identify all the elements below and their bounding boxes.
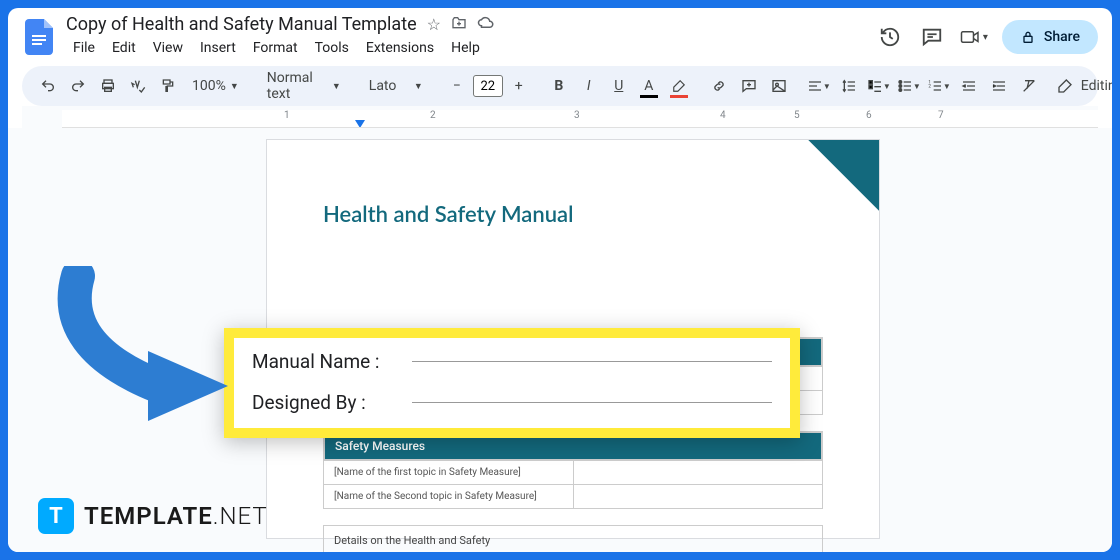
corner-graphic <box>779 140 879 240</box>
image-button[interactable] <box>765 72 793 100</box>
font-dropdown[interactable]: Lato▼ <box>361 72 431 100</box>
redo-button[interactable] <box>64 72 92 100</box>
field-line <box>412 361 772 362</box>
star-icon[interactable]: ☆ <box>427 15 441 34</box>
history-icon[interactable] <box>876 23 904 51</box>
horizontal-ruler[interactable]: 1 2 3 4 5 6 7 <box>62 110 1098 128</box>
italic-button[interactable]: I <box>575 72 603 100</box>
pencil-icon <box>1057 78 1073 94</box>
ruler-container: 1 2 3 4 5 6 7 <box>8 106 1112 128</box>
style-dropdown[interactable]: Normal text▼ <box>259 72 349 100</box>
comments-icon[interactable] <box>918 23 946 51</box>
docs-logo[interactable] <box>22 19 58 55</box>
table-cell[interactable]: [Name of the Second topic in Safety Meas… <box>324 485 574 508</box>
zoom-dropdown[interactable]: 100%▼ <box>184 72 247 100</box>
doc-heading[interactable]: Health and Safety Manual <box>323 200 823 227</box>
menu-bar: File Edit View Insert Format Tools Exten… <box>66 36 868 60</box>
highlight-button[interactable] <box>665 72 693 100</box>
share-label: Share <box>1044 29 1080 45</box>
numbered-list-button[interactable]: 12▼ <box>925 72 953 100</box>
line-spacing-button[interactable] <box>835 72 863 100</box>
comment-button[interactable] <box>735 72 763 100</box>
link-button[interactable] <box>705 72 733 100</box>
print-button[interactable] <box>94 72 122 100</box>
app-window: Copy of Health and Safety Manual Templat… <box>8 8 1112 552</box>
indent-marker[interactable] <box>355 120 365 128</box>
highlight-callout: Manual Name : Designed By : <box>224 328 800 438</box>
spellcheck-button[interactable] <box>124 72 152 100</box>
text-color-button[interactable]: A <box>635 72 663 100</box>
fontsize-input[interactable]: 22 <box>473 75 503 97</box>
cloud-status-icon[interactable] <box>477 15 495 34</box>
paint-format-button[interactable] <box>154 72 182 100</box>
underline-button[interactable]: U <box>605 72 633 100</box>
align-button[interactable]: ▼ <box>805 72 833 100</box>
table-cell[interactable]: [Name of the first topic in Safety Measu… <box>324 461 574 484</box>
share-button[interactable]: Share <box>1002 20 1098 54</box>
toolbar: 100%▼ Normal text▼ Lato▼ − 22 + B I U A … <box>22 66 1098 106</box>
watermark: T TEMPLATE.NET <box>38 498 268 534</box>
safety-table[interactable]: Safety Measures [Name of the first topic… <box>323 431 823 509</box>
indent-decrease-button[interactable] <box>955 72 983 100</box>
meet-icon[interactable]: ▾ <box>960 23 988 51</box>
field-label-manual: Manual Name : <box>252 350 402 373</box>
fontsize-decrease[interactable]: − <box>443 72 471 100</box>
undo-button[interactable] <box>34 72 62 100</box>
arrow-graphic <box>38 266 238 426</box>
menu-edit[interactable]: Edit <box>105 36 143 60</box>
lock-icon <box>1020 29 1036 45</box>
menu-tools[interactable]: Tools <box>308 36 356 60</box>
menu-help[interactable]: Help <box>444 36 487 60</box>
details-section[interactable]: Details on the Health and Safety <box>323 525 823 552</box>
field-label-designed: Designed By : <box>252 391 402 414</box>
svg-text:2: 2 <box>928 83 931 89</box>
bullet-list-button[interactable]: ▼ <box>895 72 923 100</box>
clear-format-button[interactable] <box>1015 72 1043 100</box>
bold-button[interactable]: B <box>545 72 573 100</box>
menu-format[interactable]: Format <box>246 36 305 60</box>
indent-increase-button[interactable] <box>985 72 1013 100</box>
move-icon[interactable] <box>451 15 467 34</box>
menu-file[interactable]: File <box>66 36 102 60</box>
fontsize-increase[interactable]: + <box>505 72 533 100</box>
menu-extensions[interactable]: Extensions <box>359 36 441 60</box>
watermark-logo: T <box>38 498 74 534</box>
field-line <box>412 402 772 403</box>
menu-insert[interactable]: Insert <box>193 36 243 60</box>
checklist-button[interactable]: ▼ <box>865 72 893 100</box>
mode-dropdown[interactable]: Editing ▼ <box>1047 78 1112 94</box>
canvas-area: Health and Safety Manual Health Measures… <box>8 128 1112 552</box>
menu-view[interactable]: View <box>146 36 190 60</box>
header-bar: Copy of Health and Safety Manual Templat… <box>8 8 1112 60</box>
document-title[interactable]: Copy of Health and Safety Manual Templat… <box>66 14 417 35</box>
